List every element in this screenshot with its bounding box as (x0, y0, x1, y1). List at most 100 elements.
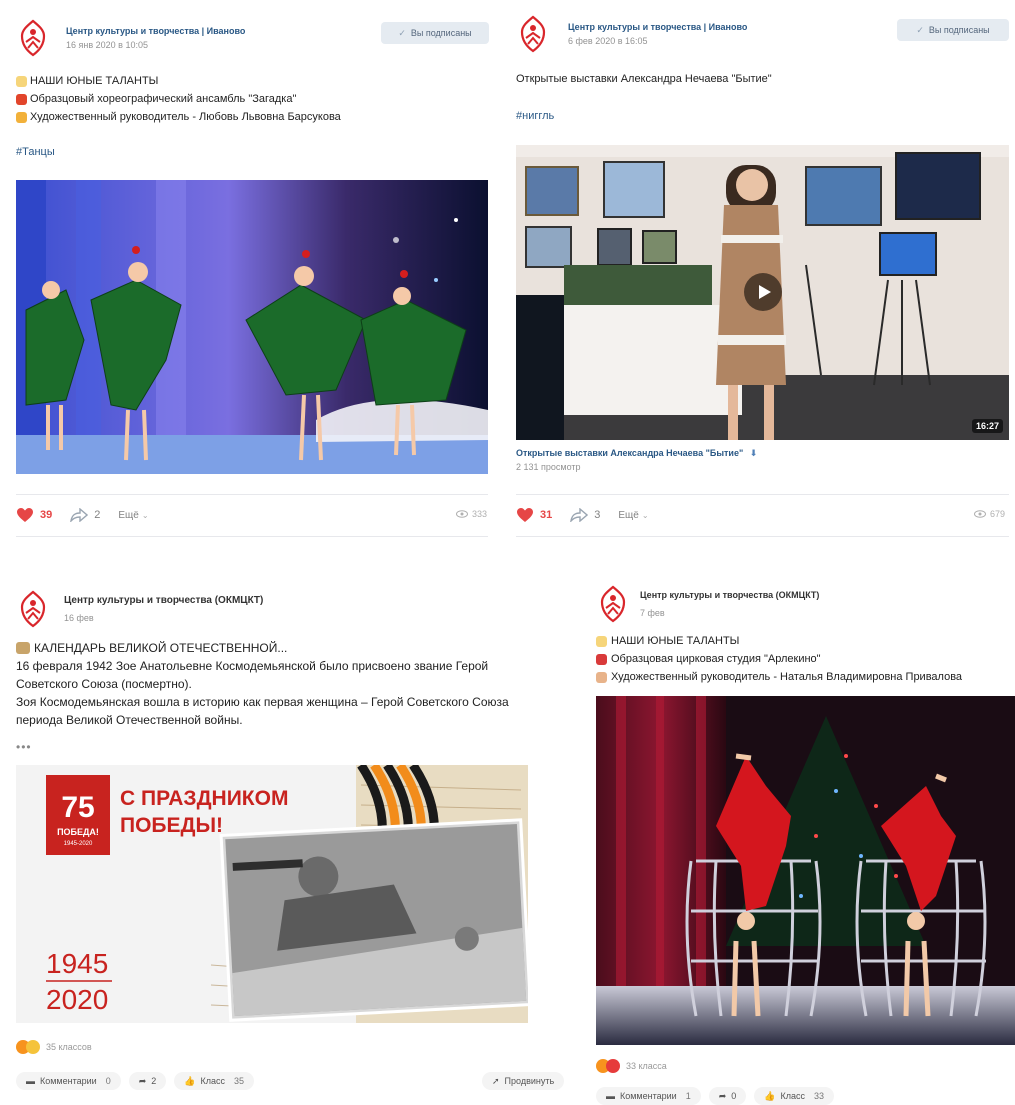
class-button[interactable]: 👍 Класс 33 (754, 1087, 834, 1105)
checkmark-icon: ✓ (398, 27, 406, 38)
community-logo-icon[interactable] (16, 18, 50, 58)
more-button[interactable]: Ещё ⌄ (118, 510, 148, 521)
more-label: Ещё (118, 509, 139, 521)
text-line-label: КАЛЕНДАРЬ ВЕЛИКОЙ ОТЕЧЕСТВЕННОЙ... (34, 641, 288, 655)
post-text: НАШИ ЮНЫЕ ТАЛАНТЫ Образцовый хореографич… (16, 72, 341, 126)
reshare-count: 2 (151, 1076, 157, 1086)
chevron-down-icon: ⌄ (141, 510, 149, 520)
community-logo-icon[interactable] (516, 14, 550, 54)
post-footer: ▬ Комментарии 0 ➦ 2 👍 Класс 35 (16, 1072, 254, 1090)
comments-count: 1 (685, 1091, 691, 1101)
text-line: КАЛЕНДАРЬ ВЕЛИКОЙ ОТЕЧЕСТВЕННОЙ... (16, 639, 509, 657)
post-text: КАЛЕНДАРЬ ВЕЛИКОЙ ОТЕЧЕСТВЕННОЙ... 16 фе… (16, 639, 509, 729)
subscribed-label: Вы подписаны (928, 25, 990, 35)
community-logo-icon[interactable] (16, 589, 50, 629)
ok-post-victory-calendar: Центр культуры и творчества (ОКМЦКТ) 16 … (0, 575, 590, 1104)
reshare-button[interactable]: ➦ 0 (708, 1087, 747, 1105)
post-date[interactable]: 6 фев 2020 в 16:05 (568, 36, 648, 46)
reactions-summary[interactable]: 33 класса (596, 1059, 667, 1073)
text-line: 16 февраля 1942 Зое Анатольевне Космодем… (16, 657, 509, 675)
hashtag-link[interactable]: #ниггль (516, 110, 554, 122)
heart-icon (517, 508, 533, 522)
class-count: 33 (813, 1091, 824, 1101)
text-line: НАШИ ЮНЫЕ ТАЛАНТЫ (16, 72, 341, 90)
poster-headline-1: С ПРАЗДНИКОМ (120, 787, 288, 810)
vk-post-dance: Центр культуры и творчества | Иваново 16… (0, 0, 500, 545)
class-count: 35 (233, 1076, 244, 1086)
post-author[interactable]: Центр культуры и творчества | Иваново (66, 26, 245, 36)
post-date[interactable]: 7 фев (640, 608, 665, 618)
subscribed-button[interactable]: ✓ Вы подписаны (381, 22, 489, 44)
reshare-arrow-icon: ➦ (138, 1075, 147, 1086)
text-line-label: Советского Союза (посмертно). (16, 677, 192, 691)
post-footer: ▬ Комментарии 1 ➦ 0 👍 Класс 33 (596, 1087, 834, 1105)
arrow-down-icon: ⬇ (749, 448, 758, 458)
comment-bubble-icon: ▬ (606, 1091, 615, 1101)
more-label: Ещё (618, 509, 639, 521)
like-button[interactable]: 39 (16, 507, 52, 523)
clap-hands-icon (596, 671, 607, 683)
heart-reaction-icon (606, 1059, 620, 1073)
post-text: Открытые выставки Александра Нечаева "Бы… (516, 70, 772, 88)
victory-poster[interactable]: 75 ПОБЕДА! 1945-2020 С ПРАЗДНИКОМ ПОБЕДЫ… (16, 765, 528, 1023)
post-author[interactable]: Центр культуры и творчества | Иваново (568, 22, 747, 32)
dance-photo[interactable] (16, 180, 488, 474)
eye-icon (456, 510, 468, 518)
sparkle-icon (596, 635, 607, 647)
view-count: 679 (990, 509, 1006, 519)
share-count: 2 (94, 509, 101, 521)
text-line: периода Великой Отечественной войны. (16, 711, 509, 729)
hashtag-link[interactable]: #Танцы (16, 146, 55, 158)
poster-logo-number: 75 (61, 791, 94, 824)
comments-label: Комментарии (620, 1091, 677, 1101)
reshare-count: 0 (731, 1091, 737, 1101)
post-bottom-divider (16, 536, 488, 537)
post-author[interactable]: Центр культуры и творчества (ОКМЦКТ) (640, 590, 819, 600)
comments-button[interactable]: ▬ Комментарии 0 (16, 1072, 121, 1090)
subscribed-button[interactable]: ✓ Вы подписаны (897, 19, 1009, 41)
like-count: 31 (540, 509, 553, 521)
post-date[interactable]: 16 янв 2020 в 10:05 (66, 40, 148, 50)
post-bottom-divider (516, 536, 1009, 537)
text-line-label: НАШИ ЮНЫЕ ТАЛАНТЫ (30, 75, 159, 87)
lipstick-icon (596, 653, 607, 665)
post-date[interactable]: 16 фев (64, 613, 94, 623)
subscribed-label: Вы подписаны (410, 28, 472, 38)
reshare-arrow-icon: ➦ (718, 1090, 727, 1101)
text-line: Открытые выставки Александра Нечаева "Бы… (516, 70, 772, 88)
reactions-summary[interactable]: 35 классов (16, 1040, 92, 1054)
reshare-button[interactable]: ➦ 2 (128, 1072, 167, 1090)
like-button[interactable]: 31 (516, 507, 552, 523)
text-line: Зоя Космодемьянская вошла в историю как … (16, 693, 509, 711)
expand-text-button[interactable]: ••• (16, 740, 32, 754)
video-title[interactable]: Открытые выставки Александра Нечаева "Бы… (516, 448, 757, 459)
poster-headline-2: ПОБЕДЫ! (120, 814, 223, 837)
checkmark-icon: ✓ (916, 24, 924, 35)
chevron-down-icon: ⌄ (641, 510, 649, 520)
poster-logo-years: 1945-2020 (64, 841, 93, 847)
class-button[interactable]: 👍 Класс 35 (174, 1072, 254, 1090)
eye-icon (974, 510, 986, 518)
comments-button[interactable]: ▬ Комментарии 1 (596, 1087, 701, 1105)
sparkle-icon (16, 75, 27, 87)
text-line-label: НАШИ ЮНЫЕ ТАЛАНТЫ (611, 635, 740, 647)
share-button[interactable]: 3 (570, 508, 600, 522)
more-button[interactable]: Ещё ⌄ (618, 510, 648, 521)
text-line-label: 16 февраля 1942 Зое Анатольевне Космодем… (16, 659, 489, 673)
text-line: Советского Союза (посмертно). (16, 675, 509, 693)
community-logo-icon[interactable] (596, 584, 630, 624)
text-line-label: Открытые выставки Александра Нечаева "Бы… (516, 73, 772, 85)
share-button[interactable]: 2 (70, 508, 100, 522)
text-line-label: Образцовый хореографический ансамбль "За… (30, 93, 297, 105)
circus-photo[interactable] (596, 696, 1015, 1045)
text-line-label: Образцовая цирковая студия "Арлекино" (611, 653, 821, 665)
promote-button[interactable]: ➚ Продвинуть (482, 1072, 565, 1090)
view-counter: 333 (456, 509, 487, 519)
play-button[interactable] (744, 273, 782, 311)
ok-post-circus: Центр культуры и творчества (ОКМЦКТ) 7 ф… (590, 575, 1015, 1105)
sad-reaction-icon (26, 1040, 40, 1054)
post-author[interactable]: Центр культуры и творчества (ОКМЦКТ) (64, 595, 263, 606)
text-line-label: Зоя Космодемьянская вошла в историю как … (16, 695, 509, 709)
reactions-count: 33 класса (626, 1061, 667, 1071)
post-divider (16, 494, 488, 495)
